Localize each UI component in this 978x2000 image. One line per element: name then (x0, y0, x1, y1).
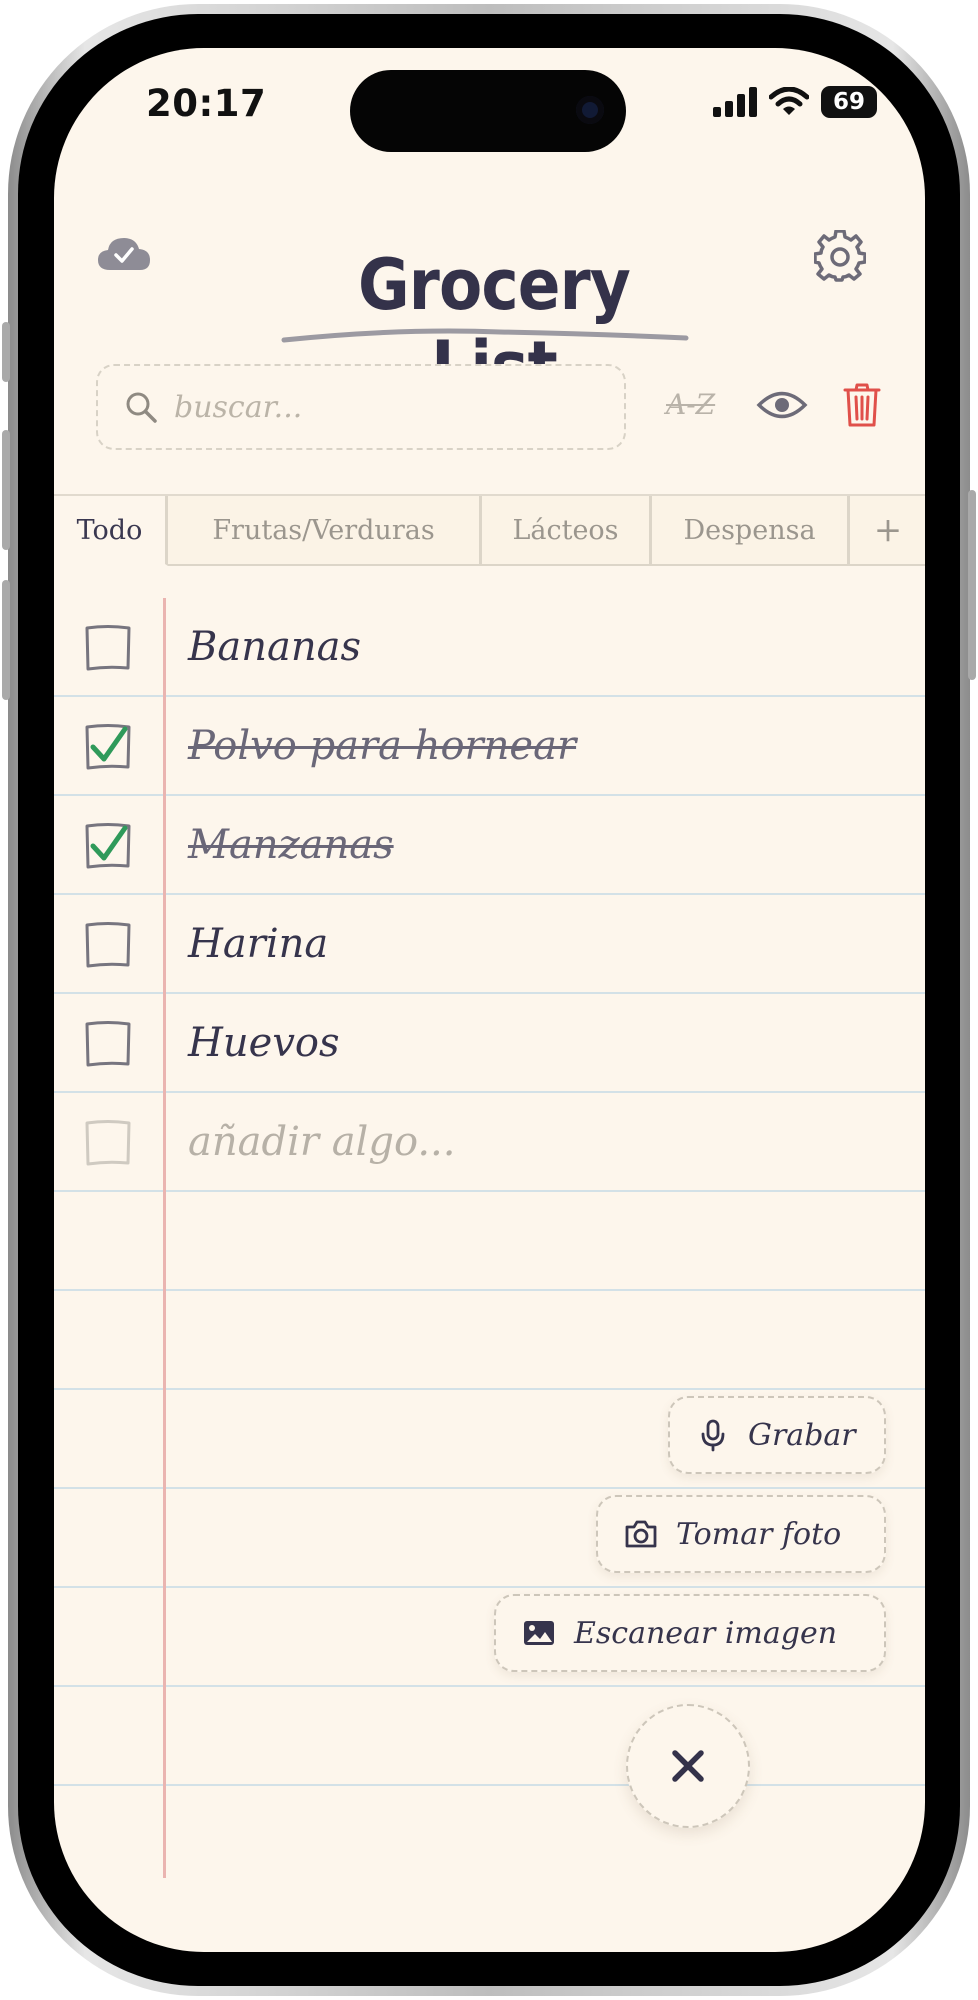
status-indicators: 69 (713, 82, 877, 122)
status-time: 20:17 (146, 82, 267, 125)
tab-despensa[interactable]: Despensa (652, 496, 850, 566)
checkbox-icon[interactable] (84, 822, 132, 870)
app-screen: 20:17 69 Grocery List (54, 48, 925, 1952)
title-underline (281, 328, 689, 343)
ruled-line (54, 1784, 925, 1786)
checkbox-icon[interactable] (84, 723, 132, 771)
dynamic-island (350, 70, 626, 152)
power-button (968, 490, 976, 680)
item-label: Bananas (188, 624, 361, 670)
checkmark-icon (90, 825, 128, 861)
camera-icon (625, 1520, 657, 1548)
list-item[interactable]: Manzanas (54, 796, 925, 894)
checkbox-icon[interactable] (84, 921, 132, 969)
action-side-button (2, 322, 10, 382)
ruled-line (54, 1586, 925, 1588)
ruled-line (54, 1289, 925, 1291)
record-label: Grabar (748, 1417, 856, 1453)
add-item-row[interactable]: añadir algo... (54, 1093, 925, 1191)
scan-image-button[interactable]: Escanear imagen (494, 1594, 886, 1672)
item-label: Harina (188, 921, 329, 967)
volume-up-button (2, 430, 10, 550)
cloud-check-icon[interactable] (96, 234, 152, 274)
tab-frutas-verduras[interactable]: Frutas/Verduras (168, 496, 482, 566)
close-menu-button[interactable] (626, 1704, 750, 1828)
tab-lacteos[interactable]: Lácteos (482, 496, 652, 566)
item-label: Huevos (188, 1020, 340, 1066)
signal-icon (713, 87, 757, 117)
take-photo-label: Tomar foto (676, 1516, 842, 1552)
close-icon (672, 1750, 704, 1782)
battery-level: 69 (832, 89, 865, 115)
search-box[interactable] (96, 364, 626, 450)
list-item[interactable]: Huevos (54, 994, 925, 1092)
eye-icon[interactable] (756, 388, 808, 422)
record-button[interactable]: Grabar (668, 1396, 886, 1474)
front-camera (576, 96, 604, 124)
wifi-icon (769, 87, 809, 115)
tab-add-category[interactable]: + (850, 496, 925, 566)
sort-az-button[interactable]: A-Z (666, 388, 715, 421)
add-item-input[interactable]: añadir algo... (188, 1119, 455, 1165)
checkbox-icon[interactable] (84, 624, 132, 672)
image-icon (524, 1621, 554, 1645)
gear-icon[interactable] (814, 230, 866, 282)
checkbox-icon[interactable] (84, 1020, 132, 1068)
checkmark-icon (90, 726, 128, 762)
microphone-icon (701, 1419, 725, 1452)
search-icon (126, 392, 157, 423)
checkbox-icon (85, 1120, 131, 1166)
scan-image-label: Escanear imagen (574, 1615, 838, 1651)
search-input[interactable] (172, 388, 596, 426)
category-tabs: Todo Frutas/Verduras Lácteos Despensa + (54, 494, 925, 568)
ruled-line (54, 1487, 925, 1489)
volume-down-button (2, 580, 10, 700)
trash-icon[interactable] (842, 382, 882, 428)
ruled-line (54, 1685, 925, 1687)
battery-icon: 69 (821, 86, 877, 118)
take-photo-button[interactable]: Tomar foto (596, 1495, 886, 1573)
item-label: Manzanas (188, 822, 394, 868)
item-label: Polvo para hornear (188, 723, 577, 769)
ruled-line (54, 1388, 925, 1390)
tab-todo[interactable]: Todo (54, 496, 168, 566)
list-item[interactable]: Bananas (54, 598, 925, 696)
list-item[interactable]: Harina (54, 895, 925, 993)
list-item[interactable]: Polvo para hornear (54, 697, 925, 795)
